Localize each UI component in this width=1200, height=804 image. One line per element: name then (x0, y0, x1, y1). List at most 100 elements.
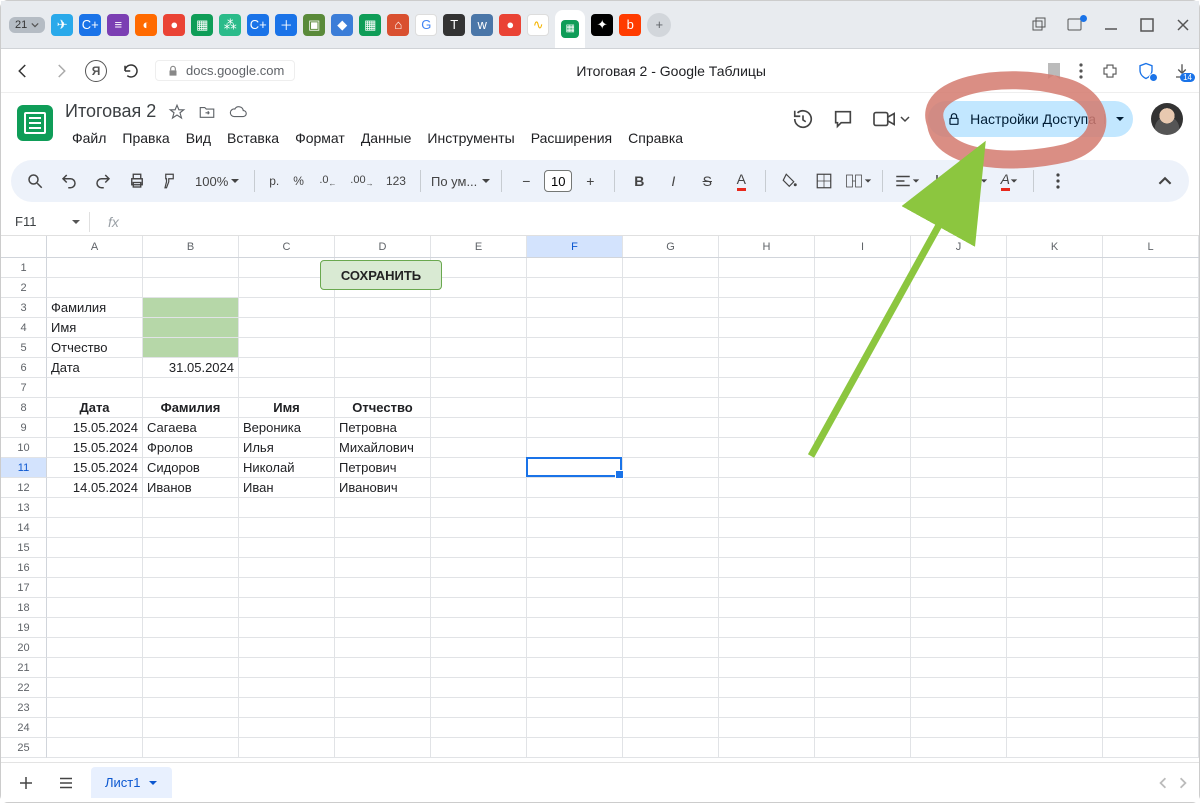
cell-J8[interactable] (911, 398, 1007, 418)
cell-I19[interactable] (815, 618, 911, 638)
scroll-left-icon[interactable] (1157, 777, 1169, 789)
cell-A20[interactable] (47, 638, 143, 658)
cell-C9[interactable]: Вероника (239, 418, 335, 438)
cell-I12[interactable] (815, 478, 911, 498)
menu-инструменты[interactable]: Инструменты (420, 126, 521, 150)
cell-I17[interactable] (815, 578, 911, 598)
cell-H15[interactable] (719, 538, 815, 558)
cell-A13[interactable] (47, 498, 143, 518)
cell-C12[interactable]: Иван (239, 478, 335, 498)
cell-D11[interactable]: Петрович (335, 458, 431, 478)
cell-I23[interactable] (815, 698, 911, 718)
row-header-6[interactable]: 6 (1, 358, 47, 378)
cell-C17[interactable] (239, 578, 335, 598)
currency-format-icon[interactable]: р. (265, 167, 283, 195)
cell-B5[interactable] (143, 338, 239, 358)
collapse-toolbar-icon[interactable] (1151, 167, 1179, 195)
row-header-11[interactable]: 11 (1, 458, 47, 478)
cell-A6[interactable]: Дата (47, 358, 143, 378)
cell-I16[interactable] (815, 558, 911, 578)
cell-H3[interactable] (719, 298, 815, 318)
cell-A12[interactable]: 14.05.2024 (47, 478, 143, 498)
cell-K24[interactable] (1007, 718, 1103, 738)
pinned-tab-icon[interactable]: ⁂ (219, 14, 241, 36)
cell-B12[interactable]: Иванов (143, 478, 239, 498)
cell-D22[interactable] (335, 678, 431, 698)
cell-D20[interactable] (335, 638, 431, 658)
cell-G21[interactable] (623, 658, 719, 678)
cell-F12[interactable] (527, 478, 623, 498)
row-header-7[interactable]: 7 (1, 378, 47, 398)
cell-I10[interactable] (815, 438, 911, 458)
cell-J21[interactable] (911, 658, 1007, 678)
cell-E2[interactable] (431, 278, 527, 298)
cell-D3[interactable] (335, 298, 431, 318)
cell-J3[interactable] (911, 298, 1007, 318)
cell-G8[interactable] (623, 398, 719, 418)
cell-F5[interactable] (527, 338, 623, 358)
row-header-14[interactable]: 14 (1, 518, 47, 538)
cell-E19[interactable] (431, 618, 527, 638)
cell-F20[interactable] (527, 638, 623, 658)
cell-J20[interactable] (911, 638, 1007, 658)
cell-F24[interactable] (527, 718, 623, 738)
cell-D9[interactable]: Петровна (335, 418, 431, 438)
shield-check-icon[interactable] (1137, 62, 1155, 80)
cell-D8[interactable]: Отчество (335, 398, 431, 418)
cell-B2[interactable] (143, 278, 239, 298)
cell-C7[interactable] (239, 378, 335, 398)
menu-вставка[interactable]: Вставка (220, 126, 286, 150)
cell-G20[interactable] (623, 638, 719, 658)
star-icon[interactable] (168, 103, 186, 121)
cell-L4[interactable] (1103, 318, 1199, 338)
cell-B11[interactable]: Сидоров (143, 458, 239, 478)
cell-E14[interactable] (431, 518, 527, 538)
menu-расширения[interactable]: Расширения (524, 126, 619, 150)
cell-D17[interactable] (335, 578, 431, 598)
cell-F23[interactable] (527, 698, 623, 718)
cell-H24[interactable] (719, 718, 815, 738)
bold-icon[interactable]: B (625, 167, 653, 195)
pinned-tab-icon[interactable]: ✦ (591, 14, 613, 36)
cell-D19[interactable] (335, 618, 431, 638)
cell-C4[interactable] (239, 318, 335, 338)
cell-K23[interactable] (1007, 698, 1103, 718)
history-icon[interactable] (792, 108, 814, 130)
cell-E3[interactable] (431, 298, 527, 318)
pinned-tab-icon[interactable]: ◆ (331, 14, 353, 36)
cell-J7[interactable] (911, 378, 1007, 398)
cell-J18[interactable] (911, 598, 1007, 618)
cell-H14[interactable] (719, 518, 815, 538)
col-header-A[interactable]: A (47, 236, 143, 257)
cell-D25[interactable] (335, 738, 431, 758)
all-sheets-button[interactable] (51, 768, 81, 798)
cell-C18[interactable] (239, 598, 335, 618)
cell-L2[interactable] (1103, 278, 1199, 298)
borders-icon[interactable] (810, 167, 838, 195)
cell-A17[interactable] (47, 578, 143, 598)
cell-E22[interactable] (431, 678, 527, 698)
paint-format-icon[interactable] (157, 167, 185, 195)
cell-G3[interactable] (623, 298, 719, 318)
pip-icon[interactable] (1067, 17, 1083, 33)
cell-F3[interactable] (527, 298, 623, 318)
italic-icon[interactable]: I (659, 167, 687, 195)
cell-J12[interactable] (911, 478, 1007, 498)
scroll-right-icon[interactable] (1177, 777, 1189, 789)
cell-K20[interactable] (1007, 638, 1103, 658)
undo-icon[interactable] (55, 167, 83, 195)
cell-B21[interactable] (143, 658, 239, 678)
cell-B13[interactable] (143, 498, 239, 518)
cell-L12[interactable] (1103, 478, 1199, 498)
cell-J4[interactable] (911, 318, 1007, 338)
active-tab[interactable]: ▦ (555, 10, 585, 48)
cloud-saved-icon[interactable] (228, 103, 248, 121)
cell-I5[interactable] (815, 338, 911, 358)
cell-K22[interactable] (1007, 678, 1103, 698)
cell-G18[interactable] (623, 598, 719, 618)
v-align-icon[interactable] (927, 167, 955, 195)
cell-E9[interactable] (431, 418, 527, 438)
cell-F19[interactable] (527, 618, 623, 638)
cell-E17[interactable] (431, 578, 527, 598)
share-button[interactable]: Настройки Доступа (928, 101, 1133, 137)
